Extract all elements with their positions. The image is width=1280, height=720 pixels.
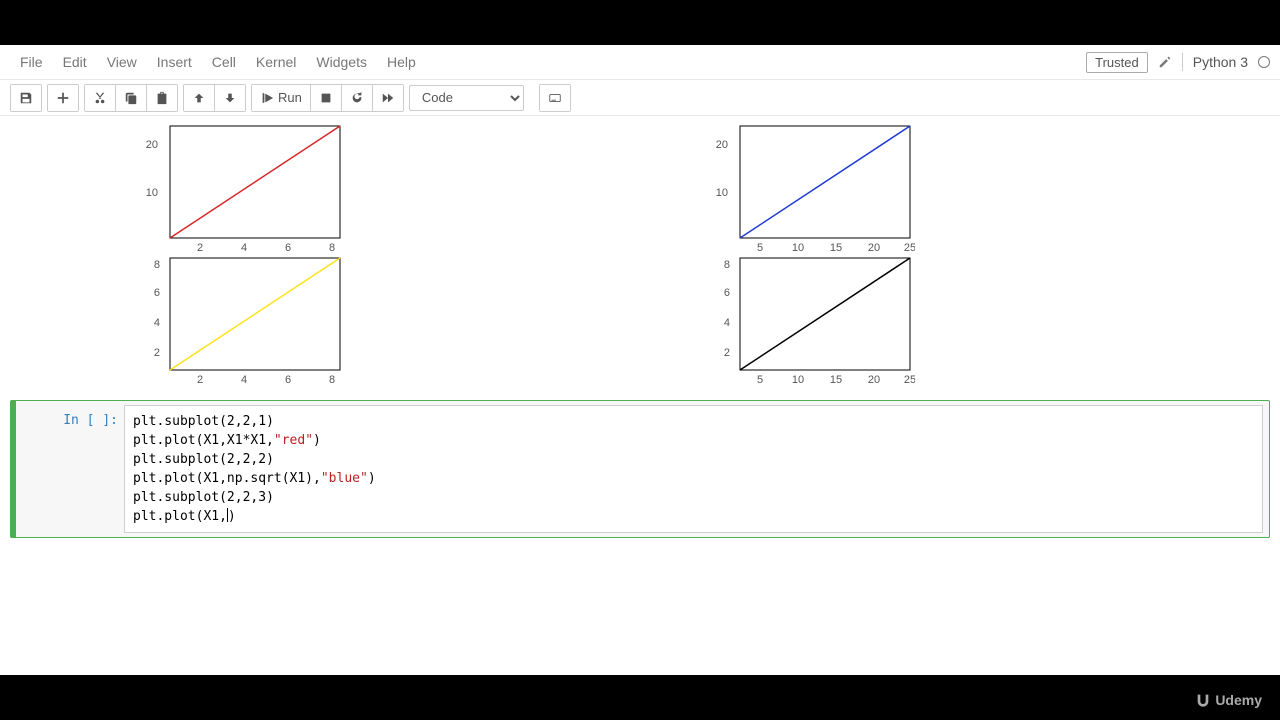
output-subplots: 20 10 2 4 6 8 20 10 5 10 15 2 xyxy=(140,124,1280,388)
svg-text:5: 5 xyxy=(757,374,763,386)
code-text: plt.subplot( xyxy=(133,414,227,429)
code-text: "red" xyxy=(274,433,313,448)
code-text: ) xyxy=(228,509,236,524)
toolbar: Run Code xyxy=(0,80,1280,116)
code-text: ) xyxy=(266,452,274,467)
code-text: plt.plot(X1,X1*X1, xyxy=(133,433,274,448)
save-button[interactable] xyxy=(11,85,41,111)
svg-text:8: 8 xyxy=(329,242,335,254)
copy-button[interactable] xyxy=(116,85,147,111)
code-text: "blue" xyxy=(321,471,368,486)
svg-text:4: 4 xyxy=(241,242,247,254)
move-up-button[interactable] xyxy=(184,85,215,111)
udemy-label: Udemy xyxy=(1215,692,1262,708)
menu-insert[interactable]: Insert xyxy=(147,50,202,74)
svg-text:15: 15 xyxy=(830,242,842,254)
run-button[interactable]: Run xyxy=(252,85,311,111)
svg-text:20: 20 xyxy=(146,139,158,151)
cut-button[interactable] xyxy=(85,85,116,111)
run-icon xyxy=(260,91,274,105)
menu-edit[interactable]: Edit xyxy=(53,50,97,74)
menu-widgets[interactable]: Widgets xyxy=(306,50,377,74)
svg-text:8: 8 xyxy=(154,259,160,271)
svg-text:10: 10 xyxy=(716,187,728,199)
code-text: ) xyxy=(368,471,376,486)
svg-text:10: 10 xyxy=(792,374,804,386)
subplot-1: 20 10 2 4 6 8 xyxy=(140,124,710,256)
code-text: plt.plot(X1, xyxy=(133,509,227,524)
cell-type-select[interactable]: Code xyxy=(409,85,524,111)
insert-cell-button[interactable] xyxy=(48,85,78,111)
subplot-3: 8 6 4 2 2 4 6 8 xyxy=(140,256,710,388)
kernel-status-icon xyxy=(1258,56,1270,68)
cell-prompt: In [ ]: xyxy=(16,401,124,537)
svg-text:6: 6 xyxy=(154,287,160,299)
udemy-icon xyxy=(1195,692,1211,708)
code-text: 2,2,2 xyxy=(227,452,266,467)
code-text: plt.subplot( xyxy=(133,490,227,505)
menu-help[interactable]: Help xyxy=(377,50,426,74)
svg-text:10: 10 xyxy=(146,187,158,199)
svg-text:4: 4 xyxy=(154,317,160,329)
menu-cell[interactable]: Cell xyxy=(202,50,246,74)
svg-text:25: 25 xyxy=(904,242,915,254)
run-label: Run xyxy=(278,90,302,105)
svg-text:20: 20 xyxy=(868,242,880,254)
divider xyxy=(1182,53,1183,71)
subplot-2: 20 10 5 10 15 20 25 xyxy=(710,124,1280,256)
letterbox-top xyxy=(0,0,1280,45)
svg-text:15: 15 xyxy=(830,374,842,386)
svg-text:8: 8 xyxy=(329,374,335,386)
letterbox-bottom: Udemy xyxy=(0,675,1280,720)
restart-button[interactable] xyxy=(342,85,373,111)
svg-text:2: 2 xyxy=(197,374,203,386)
code-text: 2,2,1 xyxy=(227,414,266,429)
code-text: ) xyxy=(266,490,274,505)
svg-text:4: 4 xyxy=(724,317,730,329)
paste-button[interactable] xyxy=(147,85,177,111)
svg-text:25: 25 xyxy=(904,374,915,386)
trusted-badge[interactable]: Trusted xyxy=(1086,52,1148,73)
interrupt-button[interactable] xyxy=(311,85,342,111)
code-text: ) xyxy=(266,414,274,429)
notebook-body: 20 10 2 4 6 8 20 10 5 10 15 2 xyxy=(0,116,1280,548)
pencil-icon[interactable] xyxy=(1158,55,1172,69)
command-palette-button[interactable] xyxy=(540,85,570,111)
restart-run-all-button[interactable] xyxy=(373,85,403,111)
menu-file[interactable]: File xyxy=(10,50,53,74)
code-input[interactable]: plt.subplot(2,2,1) plt.plot(X1,X1*X1,"re… xyxy=(124,405,1263,533)
svg-text:20: 20 xyxy=(716,139,728,151)
menubar: File Edit View Insert Cell Kernel Widget… xyxy=(0,45,1280,80)
svg-text:6: 6 xyxy=(285,242,291,254)
svg-text:4: 4 xyxy=(241,374,247,386)
subplot-4: 8 6 4 2 5 10 15 20 25 xyxy=(710,256,1280,388)
code-text: 2,2,3 xyxy=(227,490,266,505)
menu-view[interactable]: View xyxy=(97,50,147,74)
svg-text:8: 8 xyxy=(724,259,730,271)
code-text: ) xyxy=(313,433,321,448)
code-text: plt.plot(X1,np.sqrt(X1), xyxy=(133,471,321,486)
udemy-watermark: Udemy xyxy=(1195,692,1262,708)
svg-text:5: 5 xyxy=(757,242,763,254)
svg-text:2: 2 xyxy=(197,242,203,254)
svg-text:2: 2 xyxy=(724,347,730,359)
svg-text:20: 20 xyxy=(868,374,880,386)
svg-text:6: 6 xyxy=(724,287,730,299)
kernel-name[interactable]: Python 3 xyxy=(1193,54,1248,70)
svg-text:10: 10 xyxy=(792,242,804,254)
move-down-button[interactable] xyxy=(215,85,245,111)
code-text: plt.subplot( xyxy=(133,452,227,467)
svg-text:2: 2 xyxy=(154,347,160,359)
svg-text:6: 6 xyxy=(285,374,291,386)
code-cell[interactable]: In [ ]: plt.subplot(2,2,1) plt.plot(X1,X… xyxy=(10,400,1270,538)
menu-kernel[interactable]: Kernel xyxy=(246,50,306,74)
